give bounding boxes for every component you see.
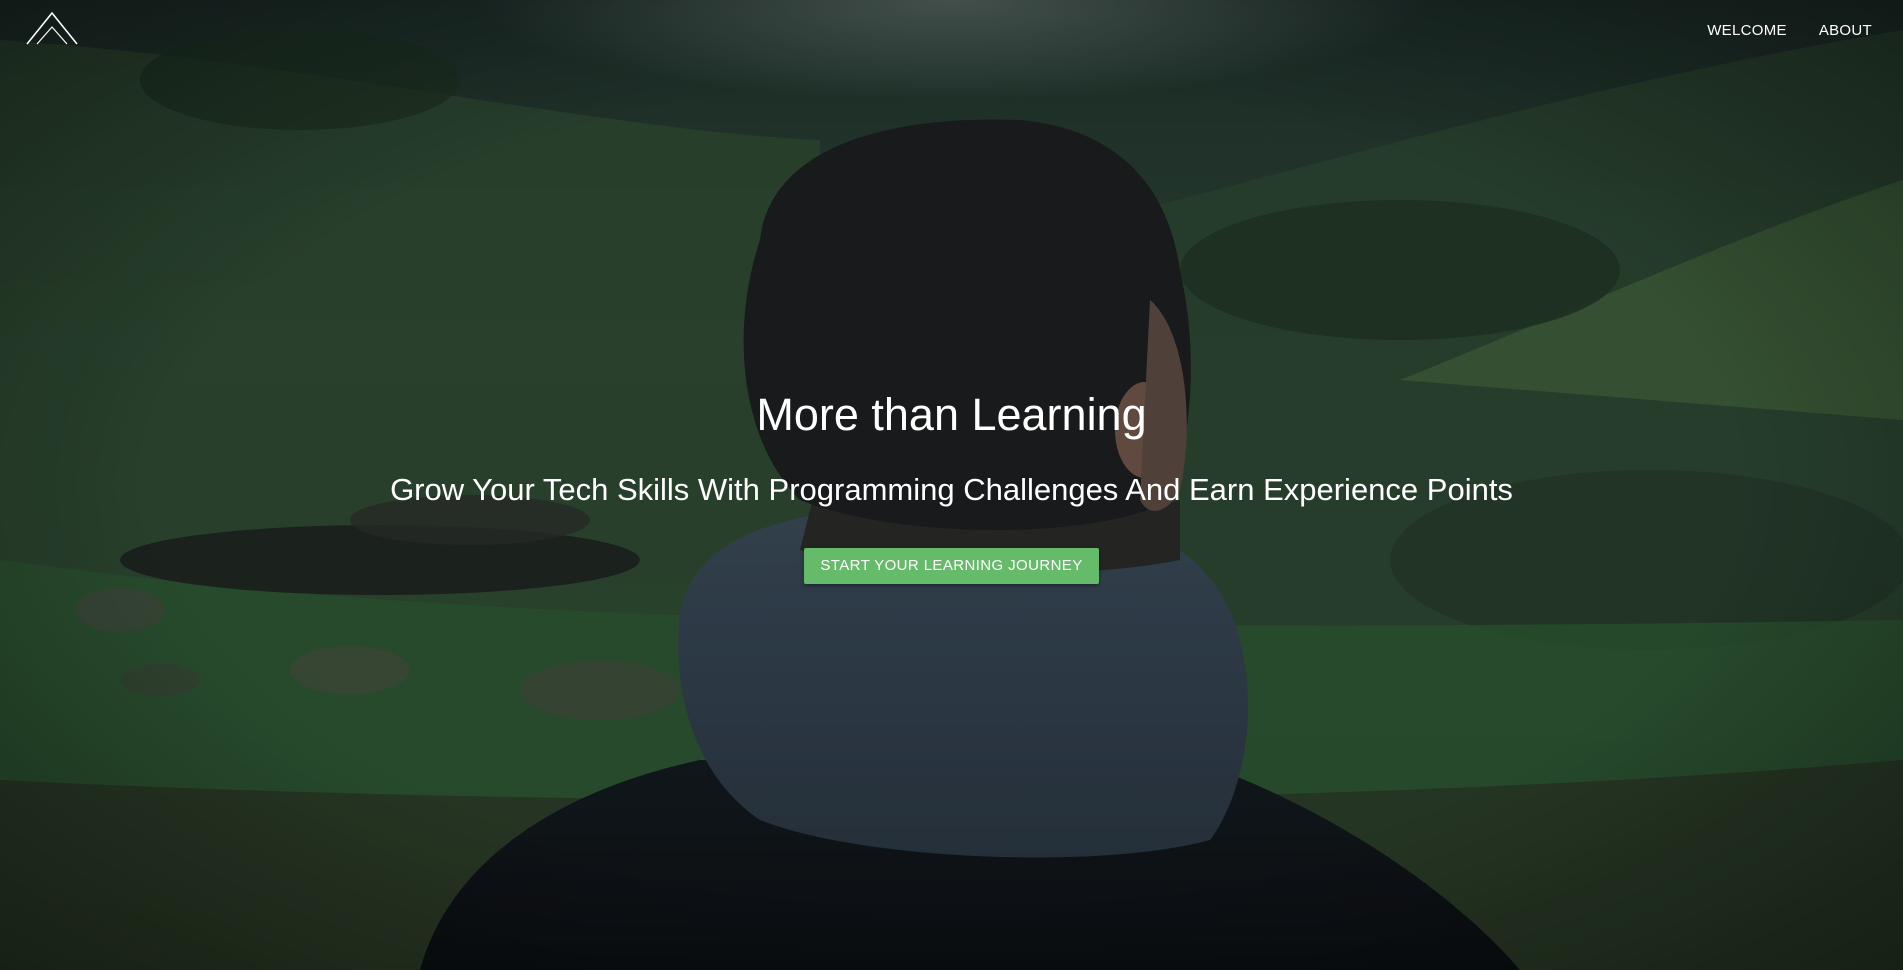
- hero-title: More than Learning: [756, 389, 1147, 440]
- hero-content: More than Learning Grow Your Tech Skills…: [0, 384, 1903, 584]
- nav-item-welcome[interactable]: WELCOME: [1691, 20, 1803, 41]
- hero-subtitle: Grow Your Tech Skills With Programming C…: [390, 472, 1513, 507]
- nav-item-about[interactable]: ABOUT: [1803, 20, 1888, 41]
- mountain-logo-icon[interactable]: [25, 10, 79, 46]
- hero-section: WELCOME ABOUT More than Learning Grow Yo…: [0, 0, 1903, 970]
- top-navigation: WELCOME ABOUT: [1691, 20, 1888, 41]
- start-learning-button[interactable]: START YOUR LEARNING JOURNEY: [804, 548, 1099, 584]
